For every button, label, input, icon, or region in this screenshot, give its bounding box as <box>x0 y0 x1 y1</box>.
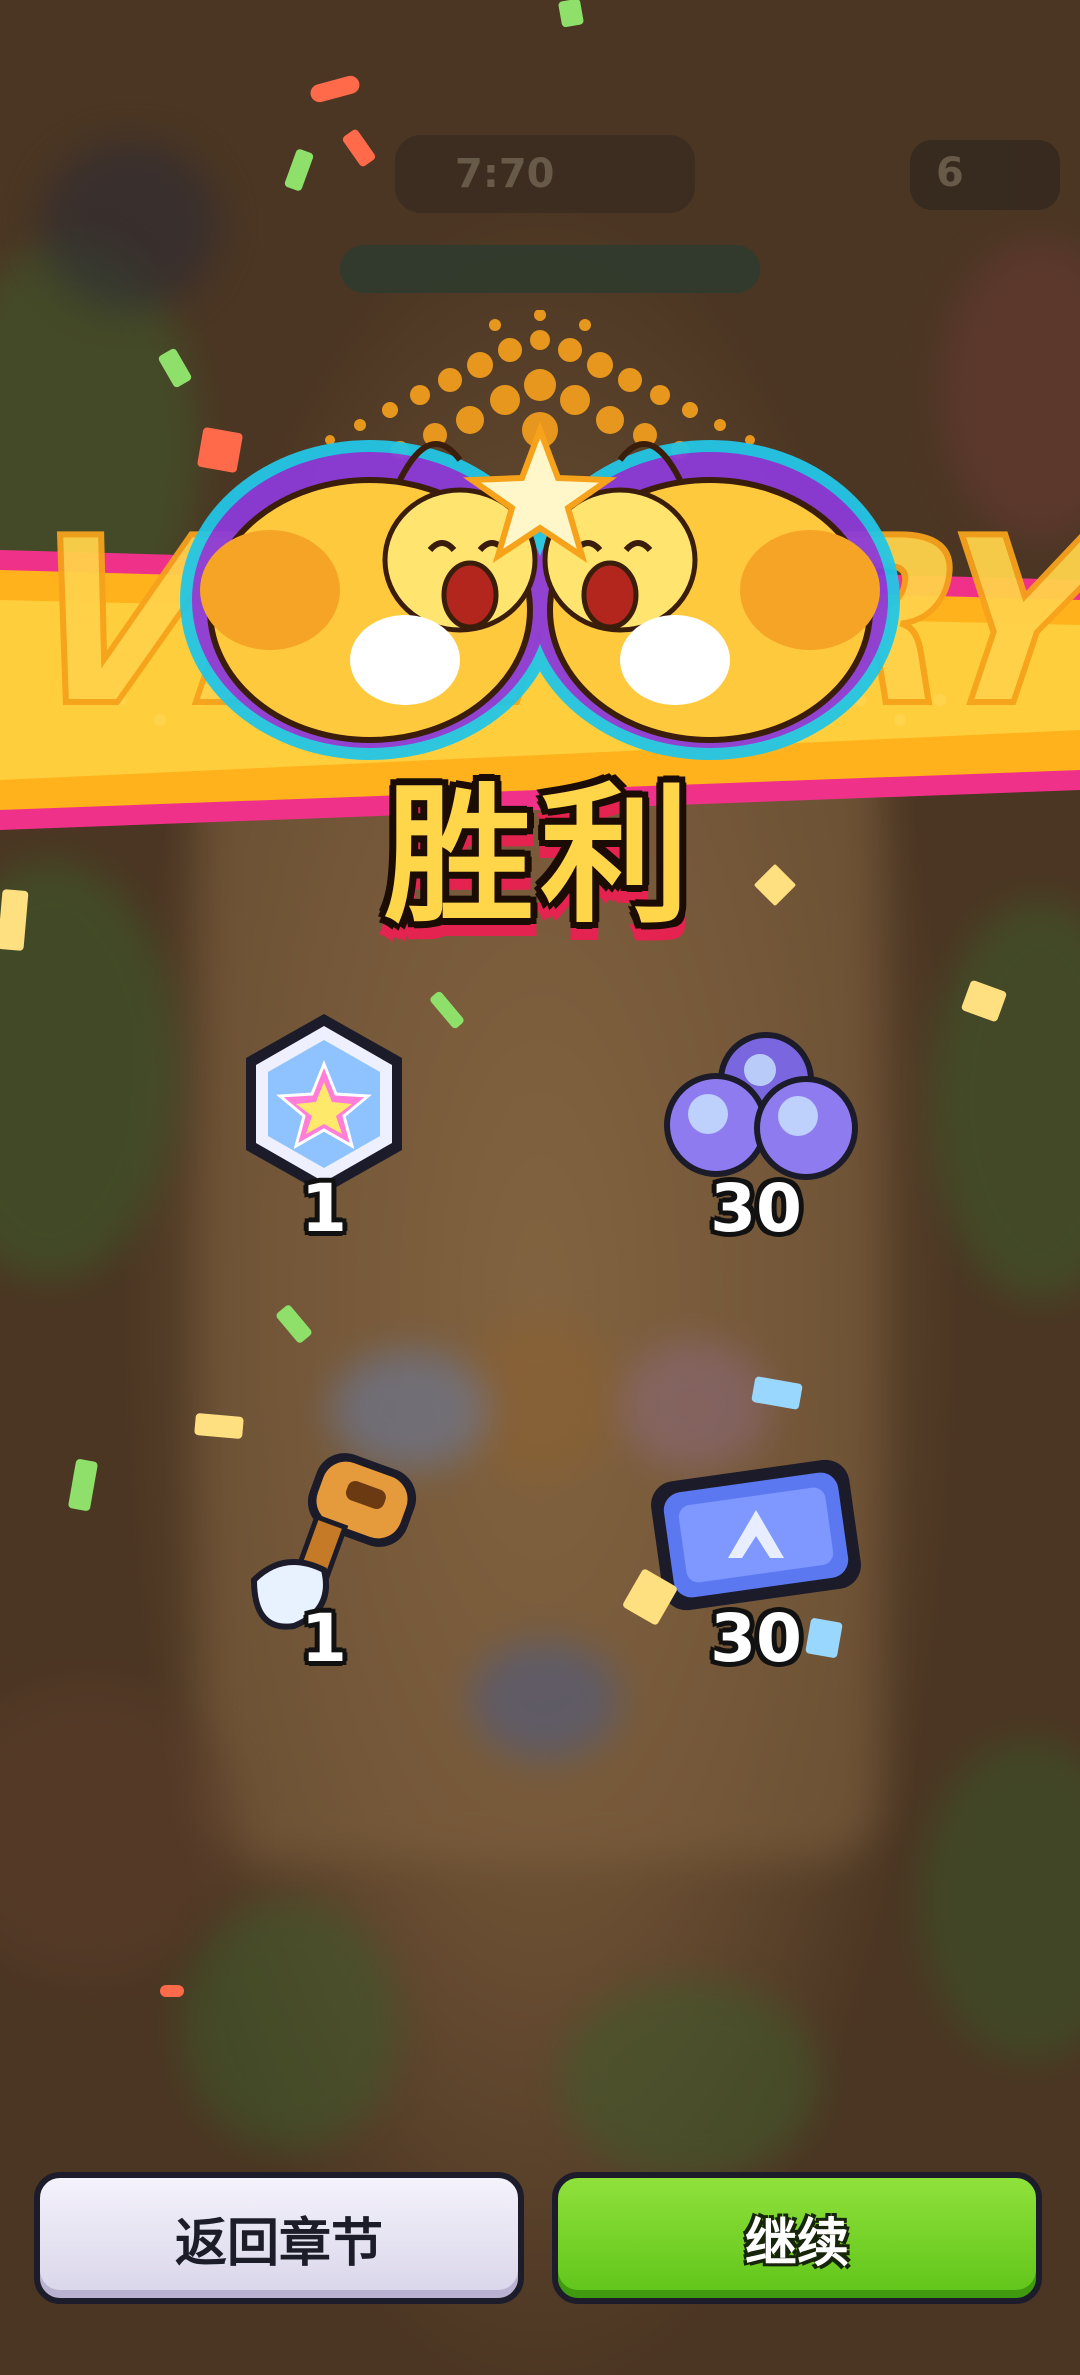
timer-text: 7:70 <box>455 151 555 197</box>
cactus-blob <box>920 1740 1080 2060</box>
lives-text: 6 <box>936 150 964 196</box>
cactus-blob <box>180 1900 400 2150</box>
progress-bar <box>340 245 760 293</box>
back-to-chapter-button[interactable]: 返回章节 <box>34 2172 524 2304</box>
reward-count: 1 <box>301 1600 347 1677</box>
reward-item: 30 <box>626 1440 886 1700</box>
confetti-piece <box>196 426 244 474</box>
timer-bar: 7:70 <box>395 135 695 213</box>
cactus-blob <box>930 900 1080 1300</box>
continue-button[interactable]: 继续 <box>552 2172 1042 2304</box>
confetti-piece <box>160 1985 184 1997</box>
lives-counter: 6 <box>910 140 1060 210</box>
unit-blob <box>470 1640 620 1760</box>
reward-count: 30 <box>710 1600 802 1677</box>
skill-wheel-blob <box>40 140 220 310</box>
reward-item: 1 <box>194 1010 454 1270</box>
reward-count: 1 <box>301 1170 347 1247</box>
confetti-piece <box>194 1412 244 1440</box>
confetti-piece <box>805 1617 843 1659</box>
continue-label: 继续 <box>744 2213 849 2274</box>
cactus-blob <box>560 1980 820 2180</box>
mascot-pair <box>180 421 900 760</box>
confetti-piece <box>557 0 585 28</box>
reward-item: 1 <box>194 1440 454 1700</box>
reward-item: 30 <box>626 1010 886 1270</box>
back-to-chapter-label: 返回章节 <box>174 2213 383 2274</box>
reward-count: 30 <box>710 1170 802 1247</box>
victory-title: 胜利 <box>383 770 696 944</box>
